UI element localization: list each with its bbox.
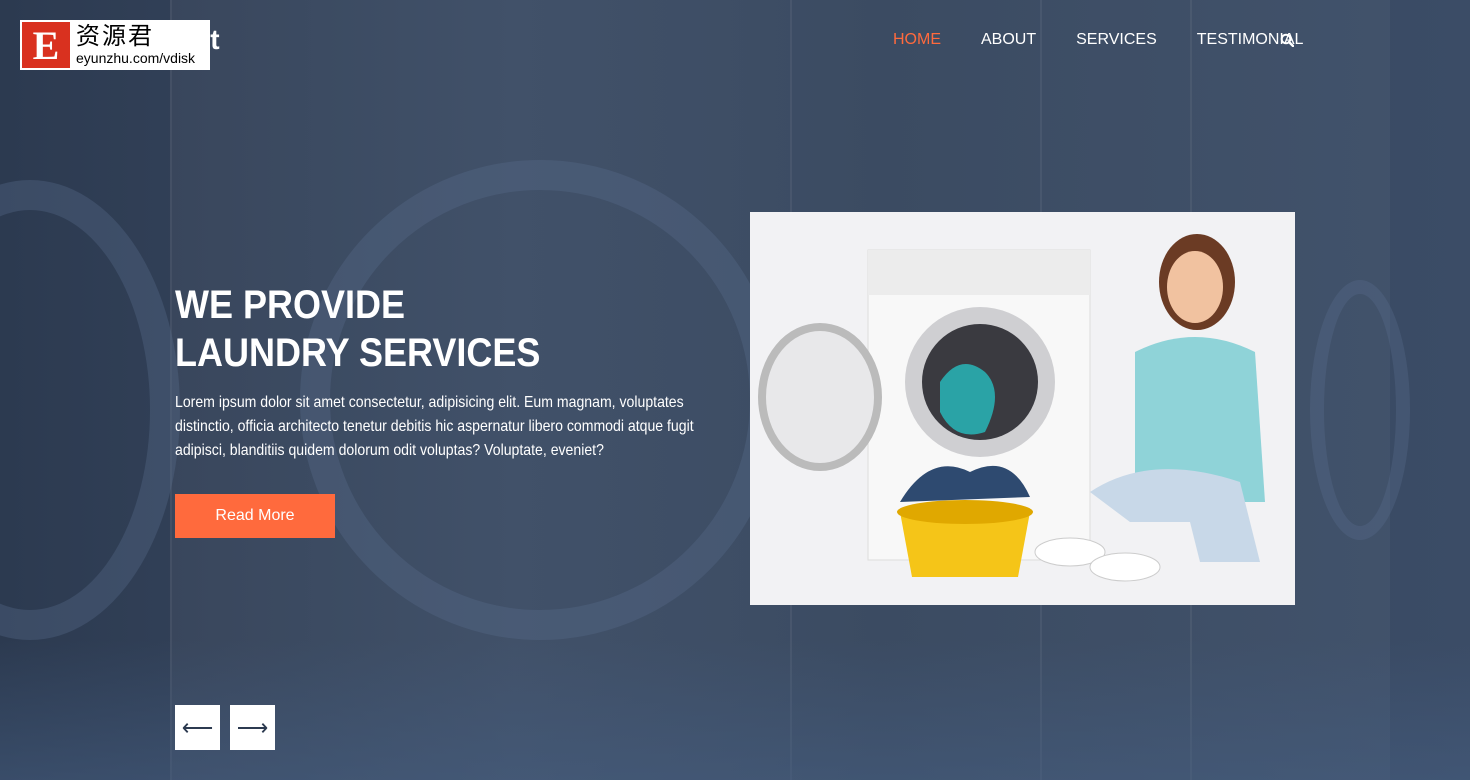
watermark-cn: 资源君 xyxy=(76,23,154,50)
hero-title-line-2: LAUNDRY SERVICES xyxy=(175,331,541,375)
hero-title: WE PROVIDE LAUNDRY SERVICES xyxy=(175,281,540,377)
watermark-url: eyunzhu.com/vdisk xyxy=(76,50,196,66)
prev-slide-button[interactable]: ⟵ xyxy=(175,705,220,750)
read-more-button[interactable]: Read More xyxy=(175,494,335,538)
next-slide-button[interactable]: ⟶ xyxy=(230,705,275,750)
watermark-logo: E xyxy=(22,22,70,68)
hero-title-line-1: WE PROVIDE xyxy=(175,283,406,327)
watermark: E 资源君 eyunzhu.com/vdisk xyxy=(20,20,210,70)
nav-home[interactable]: HOME xyxy=(893,31,941,49)
main-nav: HOME ABOUT SERVICES TESTIMONIAL xyxy=(893,31,1303,49)
hero-description: Lorem ipsum dolor sit amet consectetur, … xyxy=(175,394,694,459)
nav-services[interactable]: SERVICES xyxy=(1076,31,1157,49)
search-icon[interactable] xyxy=(1280,33,1294,47)
hero-image xyxy=(750,212,1295,605)
nav-about[interactable]: ABOUT xyxy=(981,31,1036,49)
